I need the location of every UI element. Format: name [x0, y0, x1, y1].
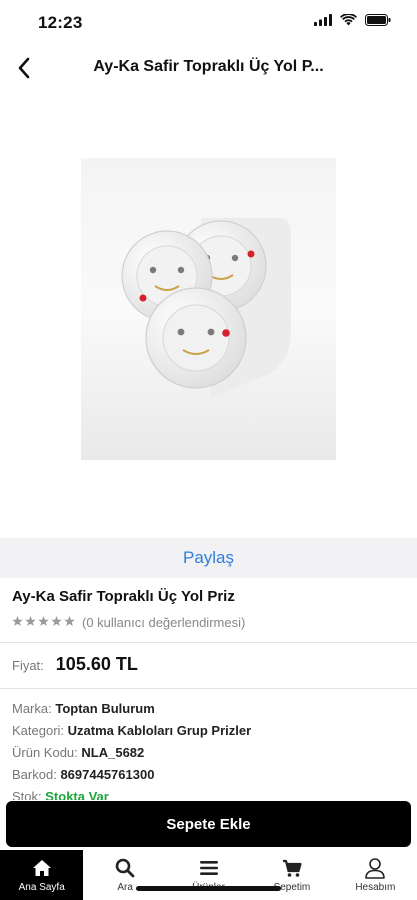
detail-label: Barkod: [12, 767, 57, 782]
share-button[interactable]: Paylaş [183, 548, 234, 568]
tab-products[interactable]: Ürünler [167, 850, 250, 900]
detail-row-barcode: Barkod: 8697445761300 [12, 764, 412, 786]
power-strip-illustration [121, 218, 291, 398]
tab-label: Ara [117, 882, 133, 893]
stock-status: Stokta Var [45, 789, 109, 800]
price-row: Fiyat: 105.60 TL [12, 654, 138, 675]
back-button[interactable] [6, 50, 42, 86]
tab-account[interactable]: Hesabım [334, 850, 417, 900]
cart-icon [282, 859, 302, 877]
star-icon [12, 615, 75, 626]
tab-search[interactable]: Ara [83, 850, 166, 900]
menu-icon [199, 861, 218, 875]
detail-value: Toptan Bulurum [55, 701, 155, 716]
wifi-icon [340, 14, 357, 26]
tab-label: Ana Sayfa [18, 882, 65, 893]
tab-bar: Ana Sayfa Ara Ürünler [0, 850, 417, 900]
detail-row-category: Kategori: Uzatma Kabloları Grup Prizler [12, 720, 412, 742]
detail-label: Ürün Kodu: [12, 745, 78, 760]
add-to-cart-button[interactable]: Sepete Ekle [6, 801, 411, 847]
detail-row-stock: Stok: Stokta Var [12, 786, 412, 800]
home-indicator[interactable] [136, 886, 281, 891]
tab-home[interactable]: Ana Sayfa [0, 850, 84, 900]
share-bar: Paylaş [0, 538, 417, 578]
battery-icon [365, 14, 391, 26]
tab-cart[interactable]: Sepetim [250, 850, 333, 900]
product-details: Marka: Toptan Bulurum Kategori: Uzatma K… [12, 698, 412, 800]
chevron-left-icon [18, 57, 30, 79]
detail-value: NLA_5682 [81, 745, 145, 760]
status-icons [314, 14, 391, 26]
price-value: 105.60 TL [55, 654, 138, 674]
divider [0, 642, 417, 643]
search-icon [115, 858, 135, 878]
product-image-area [0, 92, 417, 538]
rating-stars [12, 615, 76, 630]
detail-value: Uzatma Kabloları Grup Prizler [67, 723, 252, 738]
detail-row-brand: Marka: Toptan Bulurum [12, 698, 412, 720]
detail-row-product-code: Ürün Kodu: NLA_5682 [12, 742, 412, 764]
detail-label: Stok: [12, 789, 42, 800]
detail-value: 8697445761300 [60, 767, 155, 782]
detail-label: Kategori: [12, 723, 65, 738]
home-icon [32, 860, 51, 876]
page-title: Ay-Ka Safir Topraklı Üç Yol P... [93, 58, 324, 75]
navigation-bar: Ay-Ka Safir Topraklı Üç Yol P... [0, 46, 417, 90]
product-image[interactable] [81, 158, 336, 460]
status-bar: 12:23 [0, 0, 417, 46]
rating-count-text: (0 kullanıcı değerlendirmesi) [82, 615, 246, 630]
product-name: Ay-Ka Safir Topraklı Üç Yol Priz [12, 588, 235, 605]
signal-icon [314, 14, 332, 26]
detail-label: Marka: [12, 701, 52, 716]
user-icon [365, 858, 386, 879]
price-label: Fiyat: [12, 658, 44, 673]
rating-row[interactable]: (0 kullanıcı değerlendirmesi) [12, 615, 245, 630]
status-time: 12:23 [38, 13, 83, 32]
tab-label: Hesabım [355, 882, 396, 893]
divider [0, 688, 417, 689]
